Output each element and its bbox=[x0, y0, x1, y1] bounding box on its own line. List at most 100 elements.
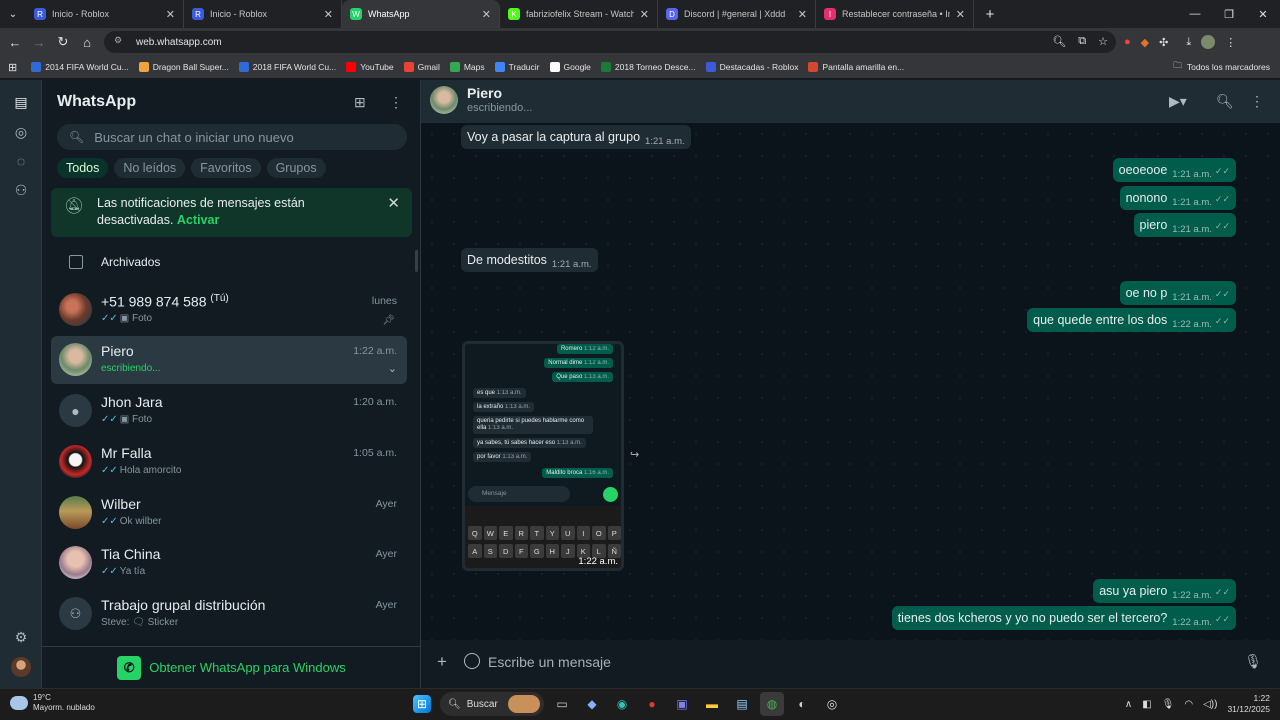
browser-tab[interactable]: R Inicio - Roblox ✕ bbox=[184, 0, 342, 28]
app-red-icon[interactable]: ● bbox=[640, 692, 664, 716]
search-messages-icon[interactable]: 🔍︎ bbox=[1216, 93, 1234, 110]
bookmark-item[interactable]: Traducir bbox=[494, 62, 540, 72]
settings-icon[interactable]: ⚙ bbox=[11, 627, 31, 647]
reload-icon[interactable]: ↻ bbox=[51, 30, 75, 54]
bookmark-item[interactable]: Maps bbox=[449, 62, 485, 72]
message-input[interactable]: Escribe un mensaje bbox=[488, 654, 611, 670]
message-bubble-outgoing[interactable]: oeoeooe 1:21 a.m. ✓✓ bbox=[1112, 158, 1236, 182]
bookmark-item[interactable]: Google bbox=[549, 62, 591, 72]
chat-item-tia-china[interactable]: Tia China Ayer ✓✓ Ya tía bbox=[51, 539, 407, 587]
mic-tray-icon[interactable]: 🎙︎ bbox=[1162, 699, 1175, 710]
new-tab-button[interactable]: + bbox=[978, 2, 1002, 26]
download-icon[interactable]: ⤓ bbox=[1186, 36, 1191, 49]
close-tab-icon[interactable]: ✕ bbox=[798, 8, 807, 21]
bookmark-item[interactable]: Destacadas - Roblox bbox=[705, 62, 798, 72]
close-tab-icon[interactable]: ✕ bbox=[956, 8, 965, 21]
chat-item-mr-falla[interactable]: Mr Falla 1:05 a.m. ✓✓ Hola amorcito bbox=[51, 438, 407, 486]
chat-item-self[interactable]: +51 989 874 588 (Tú) lunes ✓✓ ▣ Foto 📌︎ bbox=[51, 286, 407, 334]
filter-all[interactable]: Todos bbox=[57, 158, 109, 178]
browser-menu-icon[interactable]: ⋮ bbox=[1225, 36, 1236, 49]
copilot-icon[interactable]: ◆ bbox=[580, 692, 604, 716]
forward-icon[interactable]: ↪ bbox=[630, 448, 639, 461]
extensions-puzzle-icon[interactable]: ✣ bbox=[1159, 36, 1168, 49]
message-bubble-incoming[interactable]: De modestitos 1:21 a.m. bbox=[461, 248, 598, 272]
new-chat-icon[interactable]: ⊞ bbox=[354, 94, 366, 111]
taskbar-search[interactable]: 🔍︎ Buscar bbox=[440, 692, 544, 716]
status-icon[interactable]: ◎ bbox=[11, 122, 31, 142]
extension-red-icon[interactable]: ● bbox=[1124, 36, 1131, 48]
chat-item-jhon-jara[interactable]: ● Jhon Jara 1:20 a.m. ✓✓ ▣ Foto bbox=[51, 387, 407, 435]
close-tab-icon[interactable]: ✕ bbox=[482, 8, 491, 21]
chat-item-trabajo-grupal[interactable]: ⚇ Trabajo grupal distribución Ayer Steve… bbox=[51, 590, 407, 638]
apps-grid-icon[interactable]: ⊞ bbox=[8, 61, 17, 74]
conversation-header[interactable]: Piero escribiendo... ▶▾ 🔍︎ ⋮ bbox=[421, 80, 1280, 123]
volume-icon[interactable]: ◁)) bbox=[1203, 699, 1217, 710]
profile-avatar[interactable] bbox=[1201, 35, 1216, 49]
filter-groups[interactable]: Grupos bbox=[266, 158, 326, 178]
bookmark-star-icon[interactable]: ☆ bbox=[1098, 35, 1108, 48]
filter-favorites[interactable]: Favoritos bbox=[191, 158, 261, 178]
conversation-menu-icon[interactable]: ⋮ bbox=[1250, 93, 1264, 110]
minimize-icon[interactable]: — bbox=[1178, 0, 1212, 28]
url-text[interactable]: web.whatsapp.com bbox=[136, 37, 222, 48]
restore-icon[interactable]: ❐ bbox=[1212, 0, 1246, 28]
mic-icon[interactable]: 🎙︎ bbox=[1244, 653, 1262, 670]
screenshot-image[interactable]: Romero 1:12 a.m. Normal dime 1:12 a.m. Q… bbox=[465, 344, 621, 568]
app-notification-icon[interactable]: ◎ bbox=[820, 692, 844, 716]
filter-unread[interactable]: No leídos bbox=[114, 158, 186, 178]
tray-overflow-icon[interactable]: ∧ bbox=[1125, 699, 1132, 710]
bookmark-item[interactable]: YouTube bbox=[346, 62, 394, 72]
bookmark-item[interactable]: 2018 Torneo Desce... bbox=[600, 62, 696, 72]
message-bubble-outgoing[interactable]: tienes dos kcheros y yo no puedo ser el … bbox=[891, 606, 1236, 630]
chat-list-scrollbar[interactable] bbox=[415, 250, 418, 272]
image-message[interactable]: Romero 1:12 a.m. Normal dime 1:12 a.m. Q… bbox=[462, 341, 624, 571]
extension-orange-icon[interactable]: ◆ bbox=[1141, 36, 1149, 49]
notepad-icon[interactable]: ▤ bbox=[730, 692, 754, 716]
chrome-icon[interactable]: ◍ bbox=[760, 692, 784, 716]
browser-tab[interactable]: Kfabriziofelix Stream - Watch ✕ bbox=[500, 0, 658, 28]
archived-row[interactable]: Archivados bbox=[42, 247, 420, 277]
all-bookmarks-button[interactable]: 🗀 Todos los marcadores bbox=[1173, 60, 1270, 74]
browser-tab[interactable]: R Inicio - Roblox ✕ bbox=[26, 0, 184, 28]
forward-icon[interactable]: → bbox=[27, 30, 51, 54]
channels-icon[interactable]: ◌ bbox=[11, 151, 31, 171]
attach-icon[interactable]: + bbox=[437, 652, 447, 672]
bookmark-item[interactable]: Gmail bbox=[403, 62, 440, 72]
message-list[interactable]: Voy a pasar la captura al grupo 1:21 a.m… bbox=[421, 123, 1280, 640]
browser-tab[interactable]: D Discord | #general | Xddd ✕ bbox=[658, 0, 816, 28]
site-info-icon[interactable]: ⚙ bbox=[114, 35, 128, 49]
close-banner-icon[interactable]: ✕ bbox=[387, 195, 400, 212]
weather-widget[interactable]: 19°C Mayorm. nublado bbox=[10, 693, 95, 713]
home-icon[interactable]: ⌂ bbox=[75, 30, 99, 54]
message-bubble-outgoing[interactable]: asu ya piero 1:22 a.m. ✓✓ bbox=[1093, 579, 1236, 603]
get-windows-app-link[interactable]: ✆ Obtener WhatsApp para Windows bbox=[42, 646, 420, 688]
bookmark-item[interactable]: Dragon Ball Super... bbox=[138, 62, 229, 72]
zoom-icon[interactable]: 🔍︎ bbox=[1052, 35, 1066, 48]
back-icon[interactable]: ← bbox=[3, 30, 27, 54]
close-tab-icon[interactable]: ✕ bbox=[324, 8, 333, 21]
message-bubble-outgoing[interactable]: que quede entre los dos 1:22 a.m. ✓✓ bbox=[1027, 308, 1236, 332]
start-icon[interactable]: ⊞ bbox=[413, 695, 431, 713]
bookmark-item[interactable]: Pantalla amarilla en... bbox=[808, 62, 904, 72]
emoji-icon[interactable] bbox=[464, 653, 480, 669]
activate-notifications-link[interactable]: Activar bbox=[177, 213, 219, 227]
my-profile-avatar[interactable] bbox=[11, 657, 31, 677]
file-explorer-icon[interactable]: ▬ bbox=[700, 692, 724, 716]
chat-item-wilber[interactable]: Wilber Ayer ✓✓ Ok wilber bbox=[51, 489, 407, 537]
bookmark-item[interactable]: 2018 FIFA World Cu... bbox=[238, 62, 336, 72]
communities-icon[interactable]: ⚇ bbox=[11, 180, 31, 200]
tray-app-icon[interactable]: ◧ bbox=[1142, 699, 1151, 710]
menu-icon[interactable]: ⋮ bbox=[389, 94, 403, 111]
steam-icon[interactable]: ◐ bbox=[790, 692, 814, 716]
message-bubble-outgoing[interactable]: oe no p 1:21 a.m. ✓✓ bbox=[1119, 281, 1236, 305]
browser-tab[interactable]: W WhatsApp ✕ bbox=[342, 0, 500, 28]
close-tab-icon[interactable]: ✕ bbox=[640, 8, 649, 21]
install-app-icon[interactable]: ⧉ bbox=[1078, 35, 1086, 48]
video-call-icon[interactable]: ▶▾ bbox=[1169, 93, 1187, 110]
chat-item-piero[interactable]: Piero 1:22 a.m. escribiendo... ⌄ bbox=[51, 336, 407, 384]
contact-avatar[interactable] bbox=[430, 86, 458, 114]
bookmark-item[interactable]: 2014 FIFA World Cu... bbox=[31, 62, 129, 72]
chevron-down-icon[interactable]: ⌄ bbox=[388, 362, 397, 375]
close-tab-icon[interactable]: ✕ bbox=[166, 8, 175, 21]
browser-tab[interactable]: I Restablecer contraseña • Instag ✕ bbox=[816, 0, 974, 28]
